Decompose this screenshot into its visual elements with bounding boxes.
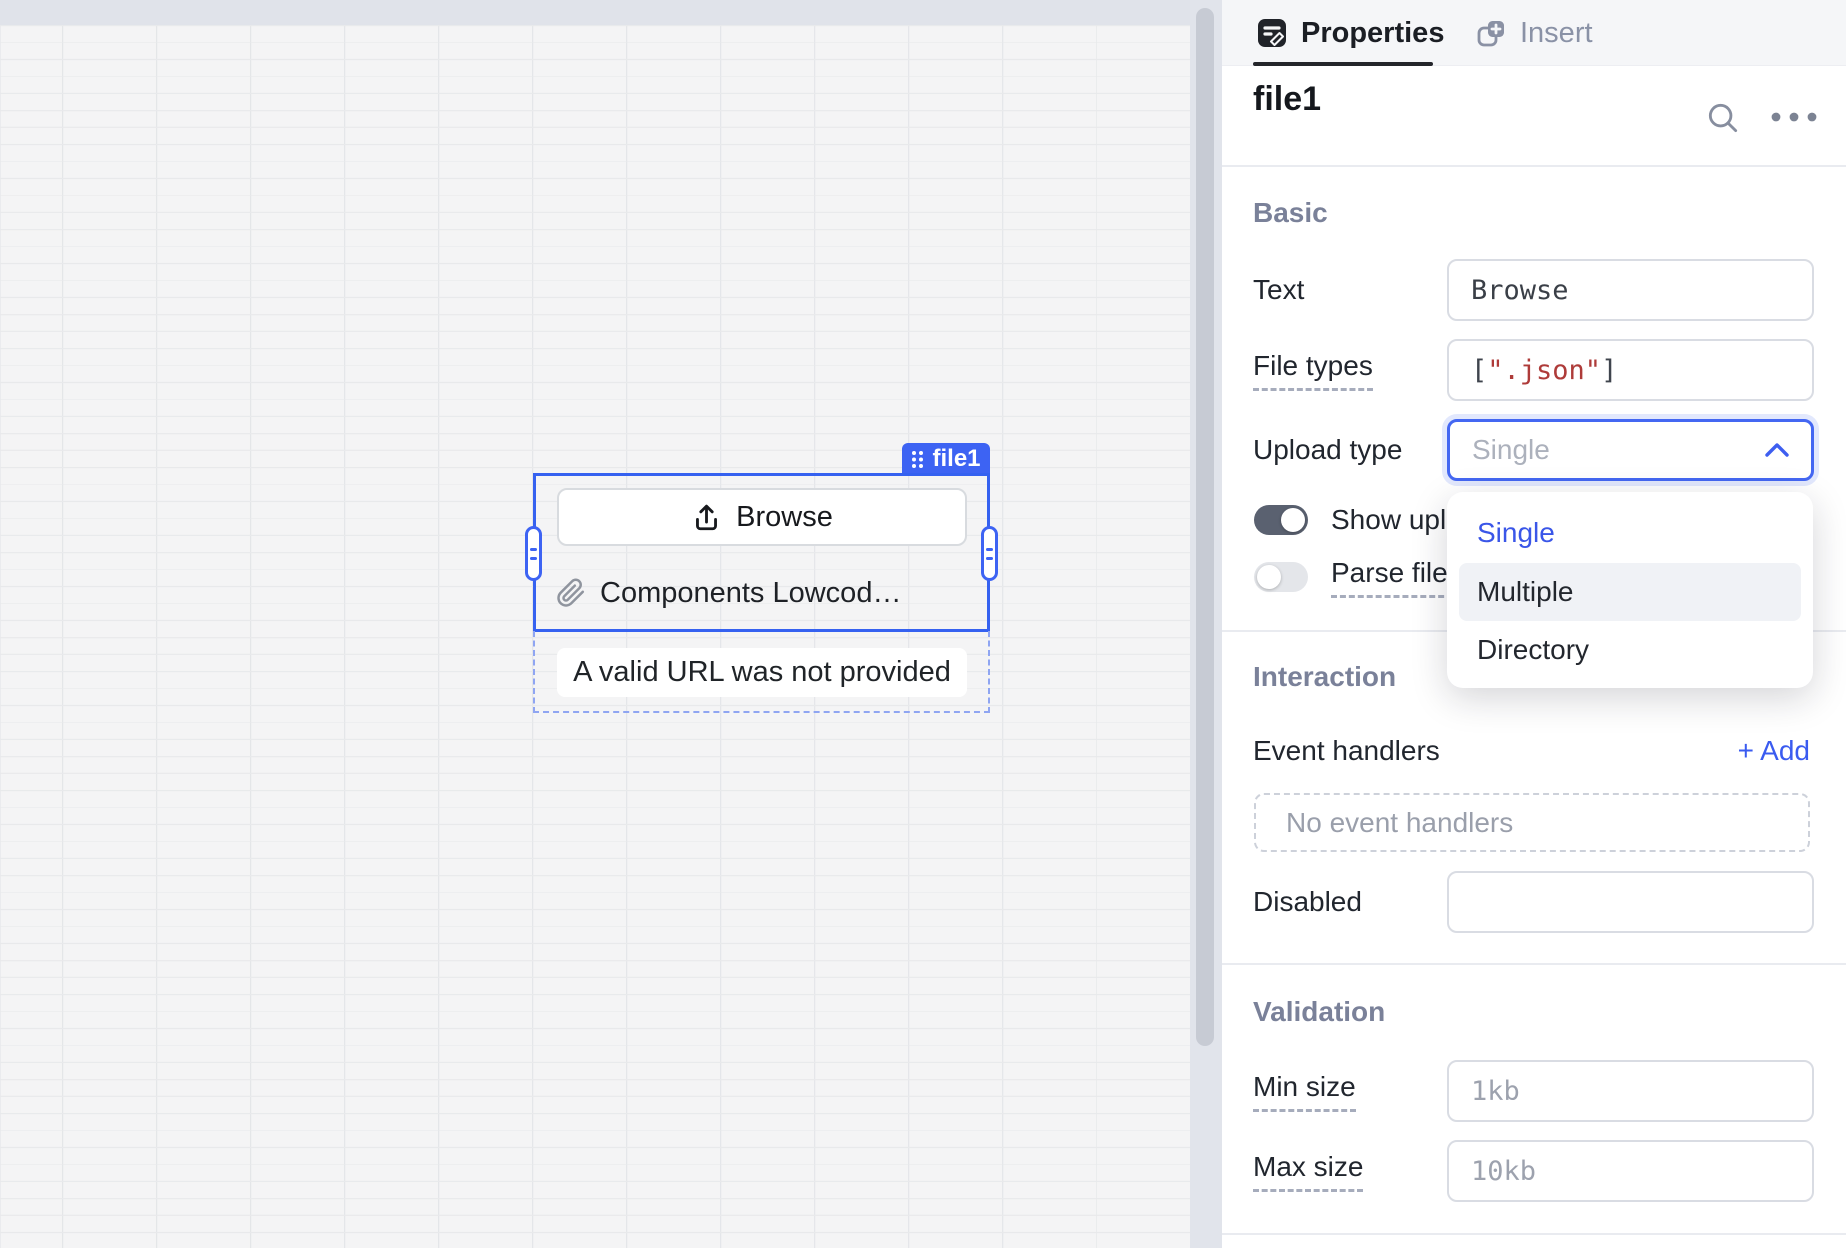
parse-files-toggle[interactable] [1254, 562, 1308, 592]
file-types-bracket-close: ] [1601, 355, 1617, 386]
basic-section-header[interactable]: Basic [1253, 198, 1328, 228]
paperclip-icon [556, 578, 586, 608]
add-button-label: + Add [1738, 735, 1810, 767]
empty-state-text: No event handlers [1286, 807, 1513, 839]
component-tag-label: file1 [932, 445, 980, 473]
insert-icon [1476, 18, 1507, 49]
upload-icon [691, 502, 722, 533]
chevron-up-icon [1763, 441, 1791, 459]
dropdown-option-single[interactable]: Single [1477, 512, 1555, 554]
option-label: Directory [1477, 634, 1589, 666]
file-types-label: File types [1253, 350, 1373, 391]
text-row-label-wrap: Text [1253, 259, 1304, 321]
resize-handle-left[interactable] [525, 526, 542, 581]
max-size-row-label-wrap: Max size [1253, 1140, 1363, 1202]
upload-type-dropdown: Single Multiple Directory [1447, 492, 1813, 688]
upload-type-select[interactable]: Single [1447, 419, 1814, 481]
disabled-label: Disabled [1253, 886, 1362, 918]
resize-handle-right[interactable] [981, 526, 998, 581]
text-label: Text [1253, 274, 1304, 306]
divider [1222, 963, 1846, 965]
max-size-input[interactable]: 10kb [1447, 1140, 1814, 1202]
toggle-knob [1281, 508, 1305, 532]
component-error-message: A valid URL was not provided [557, 648, 967, 697]
search-icon[interactable] [1704, 99, 1742, 137]
min-size-label: Min size [1253, 1071, 1356, 1112]
drag-grip-icon [911, 450, 924, 469]
canvas-browse-label: Browse [736, 501, 833, 534]
tab-properties-label: Properties [1301, 17, 1444, 50]
component-selection-tag[interactable]: file1 [902, 443, 990, 475]
app-window: file1 Browse Components Lowcod… A vali [0, 0, 1846, 1248]
min-size-input[interactable]: 1kb [1447, 1060, 1814, 1122]
file-types-bracket-open: [ [1471, 355, 1487, 386]
file-types-row-label-wrap: File types [1253, 339, 1373, 401]
canvas-top-band [0, 0, 1222, 25]
dropdown-option-directory[interactable]: Directory [1477, 629, 1589, 671]
attached-file-name: Components Lowcod… [600, 577, 901, 610]
tab-properties[interactable]: Properties [1256, 0, 1444, 66]
canvas-browse-button[interactable]: Browse [557, 488, 967, 546]
basic-section-title: Basic [1253, 197, 1328, 229]
upload-type-row-label-wrap: Upload type [1253, 419, 1402, 481]
event-handlers-label: Event handlers [1253, 735, 1440, 767]
event-handlers-row: Event handlers + Add [1222, 726, 1846, 776]
tab-insert[interactable]: Insert [1476, 0, 1593, 66]
toggle-knob [1257, 565, 1281, 589]
max-size-label: Max size [1253, 1151, 1363, 1192]
option-label: Single [1477, 517, 1555, 549]
upload-type-label: Upload type [1253, 434, 1402, 466]
file-types-value: ".json" [1487, 355, 1601, 386]
option-label: Multiple [1477, 576, 1573, 608]
text-input-value: Browse [1471, 275, 1569, 306]
divider [1222, 1233, 1846, 1235]
panel-header: file1 [1222, 66, 1846, 165]
canvas-scrollbar-thumb[interactable] [1196, 8, 1214, 1046]
attached-file-row[interactable]: Components Lowcod… [556, 575, 976, 611]
event-handlers-empty-state: No event handlers [1254, 793, 1810, 852]
more-options-icon[interactable] [1771, 112, 1817, 122]
file-types-input[interactable]: [".json"] [1447, 339, 1814, 401]
show-upload-toggle[interactable] [1254, 505, 1308, 535]
dropdown-option-multiple[interactable]: Multiple [1477, 563, 1573, 621]
max-size-placeholder: 10kb [1471, 1156, 1536, 1187]
disabled-input[interactable] [1447, 871, 1814, 933]
parse-files-label: Parse files [1331, 557, 1462, 598]
error-text: A valid URL was not provided [573, 656, 951, 689]
upload-type-placeholder: Single [1472, 434, 1550, 466]
add-event-handler-button[interactable]: + Add [1738, 726, 1810, 776]
text-input[interactable]: Browse [1447, 259, 1814, 321]
component-name-title: file1 [1253, 80, 1321, 119]
disabled-row-label-wrap: Disabled [1253, 871, 1362, 933]
tab-insert-label: Insert [1520, 17, 1593, 50]
interaction-section-header[interactable]: Interaction [1253, 662, 1396, 692]
min-size-placeholder: 1kb [1471, 1076, 1520, 1107]
min-size-row-label-wrap: Min size [1253, 1060, 1356, 1122]
editor-canvas[interactable]: file1 Browse Components Lowcod… A vali [0, 0, 1190, 1248]
validation-section-header[interactable]: Validation [1253, 997, 1385, 1027]
parse-files-label-wrap: Parse files [1331, 558, 1462, 596]
properties-icon [1256, 17, 1288, 49]
interaction-section-title: Interaction [1253, 661, 1396, 693]
panel-tab-bar: Properties Insert [1222, 0, 1846, 66]
divider [1222, 165, 1846, 167]
validation-section-title: Validation [1253, 996, 1385, 1028]
